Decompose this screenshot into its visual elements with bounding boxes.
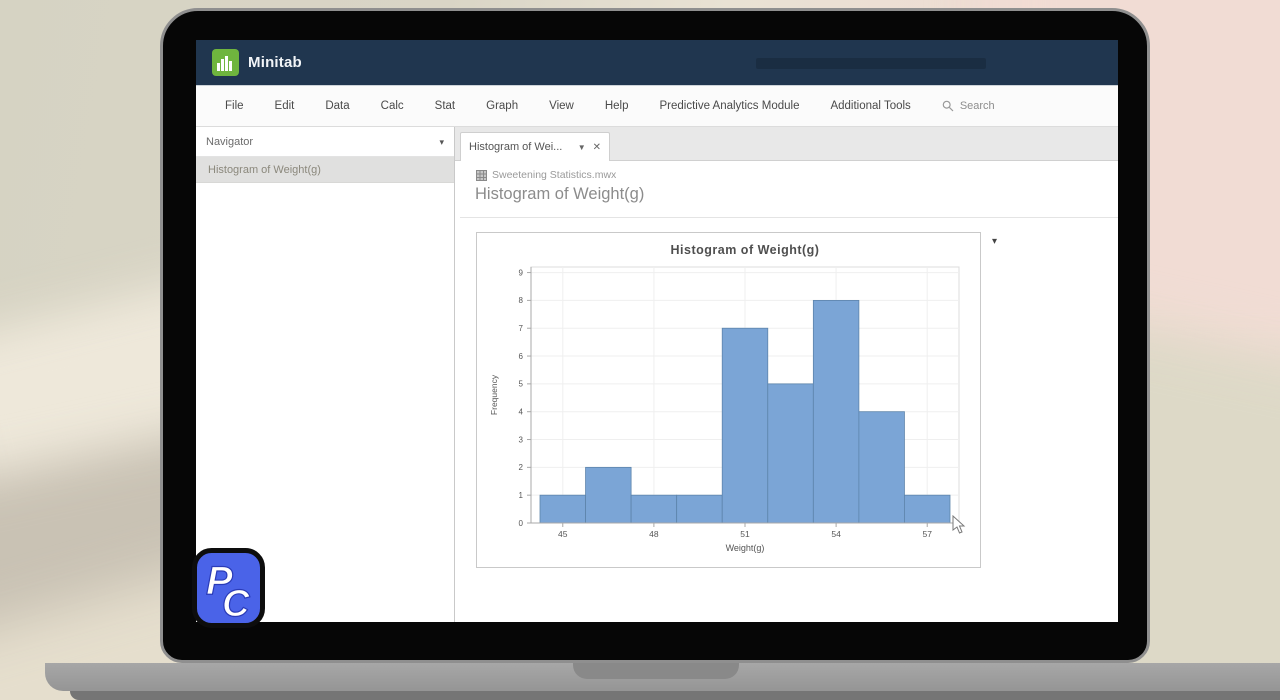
- svg-text:Histogram of Weight(g): Histogram of Weight(g): [671, 243, 820, 257]
- menu-edit[interactable]: Edit: [275, 100, 295, 112]
- graph-options-caret[interactable]: ▾: [992, 237, 997, 247]
- mouse-cursor-icon: [952, 514, 968, 540]
- menu-view[interactable]: View: [549, 100, 574, 112]
- svg-text:C: C: [222, 583, 250, 625]
- svg-text:45: 45: [558, 529, 568, 539]
- close-icon[interactable]: ✕: [593, 142, 601, 153]
- svg-text:1: 1: [519, 491, 524, 500]
- svg-text:7: 7: [519, 324, 524, 333]
- laptop-base-notch: [573, 663, 739, 679]
- menu-predictive-analytics-module[interactable]: Predictive Analytics Module: [659, 100, 799, 112]
- svg-text:48: 48: [649, 529, 659, 539]
- menu-data[interactable]: Data: [325, 100, 349, 112]
- svg-text:5: 5: [519, 380, 524, 389]
- svg-text:51: 51: [740, 529, 750, 539]
- bar-chart-icon: [217, 56, 232, 71]
- menu-bar: File Edit Data Calc Stat Graph View Help Predict…: [196, 85, 1118, 127]
- svg-text:4: 4: [519, 407, 524, 416]
- pc-logo-badge: P C: [192, 548, 265, 633]
- laptop-base-edge: [70, 691, 1280, 700]
- menu-file[interactable]: File: [225, 100, 244, 112]
- svg-text:57: 57: [922, 529, 932, 539]
- svg-text:3: 3: [519, 435, 524, 444]
- svg-text:Frequency: Frequency: [489, 374, 499, 415]
- histogram-chart: 012345678945 48 51 54 57Histogram of Weight(…: [489, 243, 960, 553]
- worksheet-reference[interactable]: Sweetening Statistics.mwx: [476, 169, 616, 181]
- navigator-header[interactable]: Navigator ▾: [196, 127, 454, 157]
- worksheet-grid-icon: [476, 169, 487, 181]
- laptop-base: [45, 663, 1280, 691]
- menu-graph[interactable]: Graph: [486, 100, 518, 112]
- page-title: Histogram of Weight(g): [475, 185, 645, 203]
- titlebar-watermark: [756, 58, 986, 69]
- svg-text:2: 2: [519, 463, 524, 472]
- search-icon: [942, 100, 954, 112]
- menu-help[interactable]: Help: [605, 100, 629, 112]
- minitab-logo-icon: [212, 49, 239, 76]
- svg-text:8: 8: [519, 296, 524, 305]
- app-titlebar: Minitab: [196, 40, 1118, 85]
- menu-calc[interactable]: Calc: [381, 100, 404, 112]
- divider: [460, 217, 1118, 218]
- search-input[interactable]: Search: [942, 100, 995, 112]
- svg-text:Weight(g): Weight(g): [726, 543, 765, 553]
- app-name: Minitab: [248, 54, 302, 71]
- tab-histogram[interactable]: Histogram of Wei... ▼ ✕: [460, 132, 610, 161]
- menu-stat[interactable]: Stat: [435, 100, 455, 112]
- navigator-item-histogram[interactable]: Histogram of Weight(g): [196, 157, 454, 183]
- search-placeholder: Search: [959, 100, 995, 112]
- chevron-down-icon[interactable]: ▾: [439, 127, 444, 157]
- histogram-graph-card: 0 1 2 3 4 5 6 7 8 9 45 48 51 54 57 Histogram of Weight(…: [476, 232, 981, 568]
- navigator-title: Navigator: [206, 135, 254, 148]
- svg-text:9: 9: [519, 268, 524, 277]
- worksheet-name: Sweetening Statistics.mwx: [492, 169, 617, 181]
- tab-strip: Histogram of Wei... ▼ ✕: [455, 127, 1118, 161]
- output-panel: Histogram of Wei... ▼ ✕ Sweetening Stati…: [455, 127, 1118, 622]
- svg-text:54: 54: [831, 529, 841, 539]
- menu-additional-tools[interactable]: Additional Tools: [830, 100, 910, 112]
- svg-text:6: 6: [519, 352, 524, 361]
- svg-text:0: 0: [519, 519, 524, 528]
- laptop-screen: Minitab File Edit Data Calc Stat Graph View Hel…: [196, 40, 1118, 622]
- menu-items: File Edit Data Calc Stat Graph View Help Predict…: [225, 100, 942, 112]
- tab-label: Histogram of Wei...: [469, 141, 563, 153]
- chevron-down-icon[interactable]: ▼: [578, 143, 586, 152]
